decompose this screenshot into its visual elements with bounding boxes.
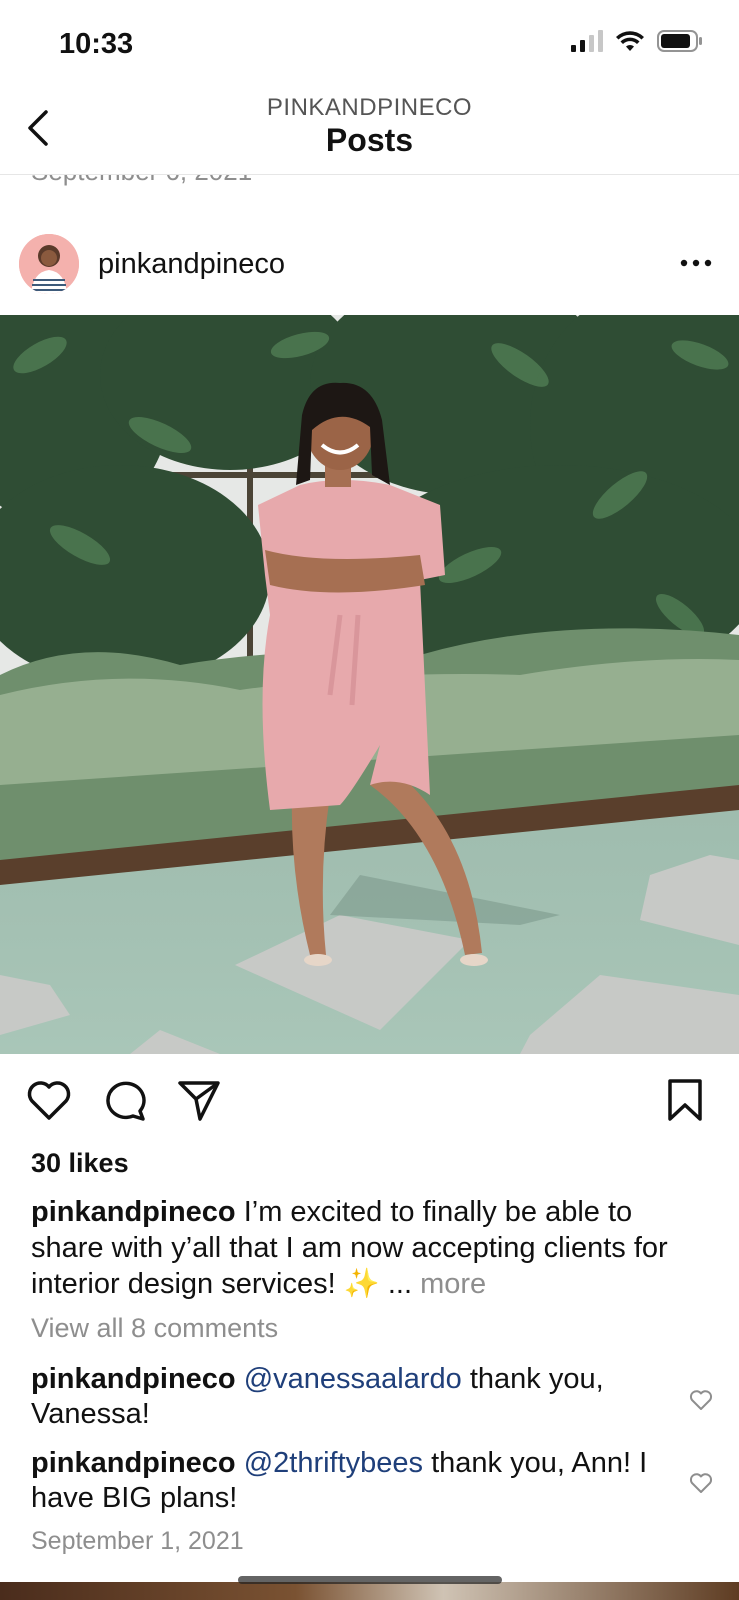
comment-item: pinkandpineco @vanessaalardo thank you, … bbox=[31, 1362, 651, 1432]
heart-icon[interactable] bbox=[24, 1075, 74, 1125]
post-caption: pinkandpineco I’m excited to finally be … bbox=[31, 1194, 681, 1302]
post-username[interactable]: pinkandpineco bbox=[98, 248, 285, 281]
nav-header: PINKANDPINECO Posts bbox=[0, 90, 739, 175]
likes-count[interactable]: 30 likes bbox=[31, 1148, 129, 1179]
post-actions bbox=[0, 1075, 739, 1135]
comment-mention[interactable]: @2thriftybees bbox=[244, 1447, 423, 1479]
caption-more-link[interactable]: more bbox=[420, 1268, 486, 1300]
comment-item: pinkandpineco @2thriftybees thank you, A… bbox=[31, 1446, 651, 1516]
caption-ellipsis: ... bbox=[387, 1268, 413, 1300]
comment-mention[interactable]: @vanessaalardo bbox=[244, 1363, 462, 1395]
heart-small-icon[interactable] bbox=[688, 1471, 714, 1495]
status-icons bbox=[571, 30, 703, 52]
post-header: pinkandpineco bbox=[0, 226, 739, 308]
signal-icon bbox=[571, 30, 603, 52]
comment-username[interactable]: pinkandpineco bbox=[31, 1447, 236, 1479]
nav-username: PINKANDPINECO bbox=[266, 94, 473, 121]
caption-username[interactable]: pinkandpineco bbox=[31, 1196, 236, 1228]
bookmark-icon[interactable] bbox=[660, 1075, 710, 1125]
wifi-icon bbox=[616, 31, 644, 51]
status-time: 10:33 bbox=[59, 28, 134, 60]
status-bar: 10:33 bbox=[0, 0, 739, 90]
avatar-image bbox=[19, 234, 79, 294]
paper-plane-icon[interactable] bbox=[174, 1075, 224, 1125]
avatar[interactable] bbox=[19, 234, 79, 294]
comment-bubble-icon[interactable] bbox=[100, 1075, 150, 1125]
comment-username[interactable]: pinkandpineco bbox=[31, 1363, 236, 1395]
page-title: Posts bbox=[325, 122, 414, 158]
home-indicator[interactable] bbox=[238, 1576, 502, 1584]
heart-small-icon[interactable] bbox=[688, 1388, 714, 1412]
post-photo[interactable] bbox=[0, 315, 739, 1054]
battery-icon bbox=[657, 30, 702, 52]
post-photo-image bbox=[0, 315, 739, 1054]
post-date: September 1, 2021 bbox=[31, 1527, 244, 1555]
view-all-comments-link[interactable]: View all 8 comments bbox=[31, 1313, 278, 1344]
ellipsis-icon[interactable] bbox=[679, 254, 713, 272]
next-post-preview bbox=[0, 1582, 739, 1600]
